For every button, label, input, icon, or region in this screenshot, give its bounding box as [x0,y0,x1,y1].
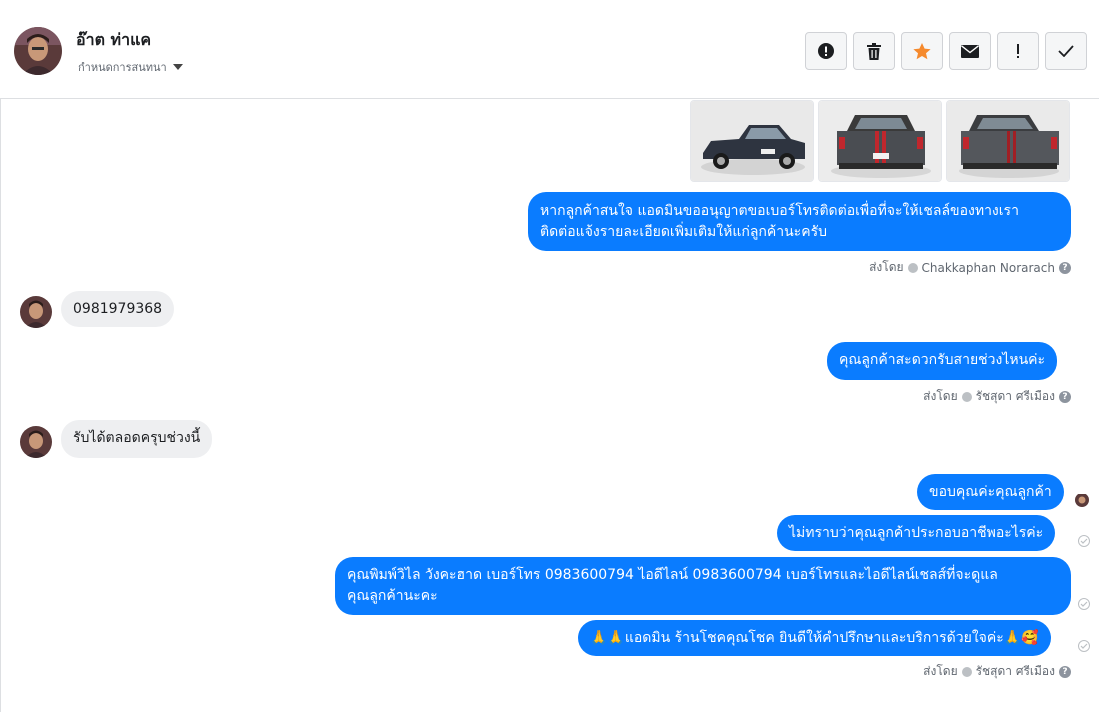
sent-by-label: ส่งโดย รัชสุดา ศรีเมือง ? [923,387,1071,406]
delete-button[interactable] [853,32,895,70]
trash-icon [867,42,881,60]
outgoing-message[interactable]: ไม่ทราบว่าคุณลูกค้าประกอบอาชีพอะไรค่ะ [777,515,1056,551]
help-icon[interactable]: ? [1059,665,1071,678]
message-text: ติดต่อแจ้งรายละเอียดเพิ่มเติมให้แก่ลูกค้… [540,224,827,240]
message-text: รับได้ตลอดครุบช่วงนี้ [73,430,201,446]
sender-name: รัชสุดา ศรีเมือง [975,389,1055,403]
contact-avatar[interactable] [14,27,62,75]
alert-circle-icon [818,43,834,59]
verified-icon [961,391,972,402]
chevron-down-icon [172,64,183,70]
exclamation-icon [1017,44,1019,58]
delivered-icon [1078,535,1090,547]
outgoing-message[interactable]: ขอบคุณค่ะคุณลูกค้า [917,474,1064,510]
incoming-message[interactable]: รับได้ตลอดครุบช่วงนี้ [61,420,213,458]
car-photo[interactable] [946,100,1070,182]
mark-important-button[interactable] [997,32,1039,70]
conversation-toolbar [805,32,1087,70]
sent-by-prefix: ส่งโดย [869,260,904,274]
help-icon[interactable]: ? [1059,390,1071,403]
conversation-settings-dropdown[interactable]: กำหนดการสนทนา [78,58,183,76]
message-text: คุณลูกค้าสะดวกรับสายช่วงไหนค่ะ [839,352,1046,368]
contact-avatar-small[interactable] [20,296,52,328]
outgoing-message[interactable]: คุณลูกค้าสะดวกรับสายช่วงไหนค่ะ [827,342,1058,380]
sent-by-prefix: ส่งโดย [923,664,958,678]
verified-icon [961,666,972,677]
car-photo[interactable] [690,100,814,182]
attached-photos [690,100,1070,182]
star-button[interactable] [901,32,943,70]
mark-done-button[interactable] [1045,32,1087,70]
outgoing-message[interactable]: 🙏🙏แอดมิน ร้านโชคคุณโชค ยินดีให้คำปรึกษาแ… [578,620,1051,656]
contact-avatar-small[interactable] [20,426,52,458]
sender-name: Chakkaphan Norarach [921,260,1055,275]
message-text: ขอบคุณค่ะคุณลูกค้า [929,484,1052,500]
incoming-message[interactable]: 0981979368 [61,291,175,327]
message-text: 0981979368 [73,301,163,317]
message-text: ไม่ทราบว่าคุณลูกค้าประกอบอาชีพอะไรค่ะ [789,525,1044,541]
message-text: คุณพิมพ์วิไล วังคะฮาด เบอร์โทร 098360079… [347,567,998,583]
outgoing-message[interactable]: คุณพิมพ์วิไล วังคะฮาด เบอร์โทร 098360079… [335,557,1071,615]
car-photo[interactable] [818,100,942,182]
delivered-icon [1078,640,1090,652]
sent-by-label: ส่งโดย รัชสุดา ศรีเมือง ? [923,662,1071,681]
envelope-icon [961,44,979,58]
help-icon[interactable]: ? [1059,261,1071,274]
sent-by-prefix: ส่งโดย [923,389,958,403]
check-icon [1058,45,1074,57]
report-button[interactable] [805,32,847,70]
contact-name: อ๊าต ท่าแค [76,30,152,49]
message-text: คุณลูกค้านะคะ [347,588,438,604]
message-text: หากลูกค้าสนใจ แอดมินขออนุญาตขอเบอร์โทรติ… [540,203,1019,219]
conversation-header: อ๊าต ท่าแค กำหนดการสนทนา [0,0,1099,99]
conversation-settings-label: กำหนดการสนทนา [78,61,167,74]
outgoing-message[interactable]: หากลูกค้าสนใจ แอดมินขออนุญาตขอเบอร์โทรติ… [528,192,1071,251]
verified-icon [907,262,918,273]
delivered-icon [1078,598,1090,610]
star-icon [913,42,931,59]
sender-name: รัชสุดา ศรีเมือง [975,664,1055,678]
sent-by-label: ส่งโดย Chakkaphan Norarach ? [869,258,1071,277]
message-text: 🙏🙏แอดมิน ร้านโชคคุณโชค ยินดีให้คำปรึกษาแ… [590,630,1039,646]
email-button[interactable] [949,32,991,70]
seen-by-avatar [1075,493,1089,507]
